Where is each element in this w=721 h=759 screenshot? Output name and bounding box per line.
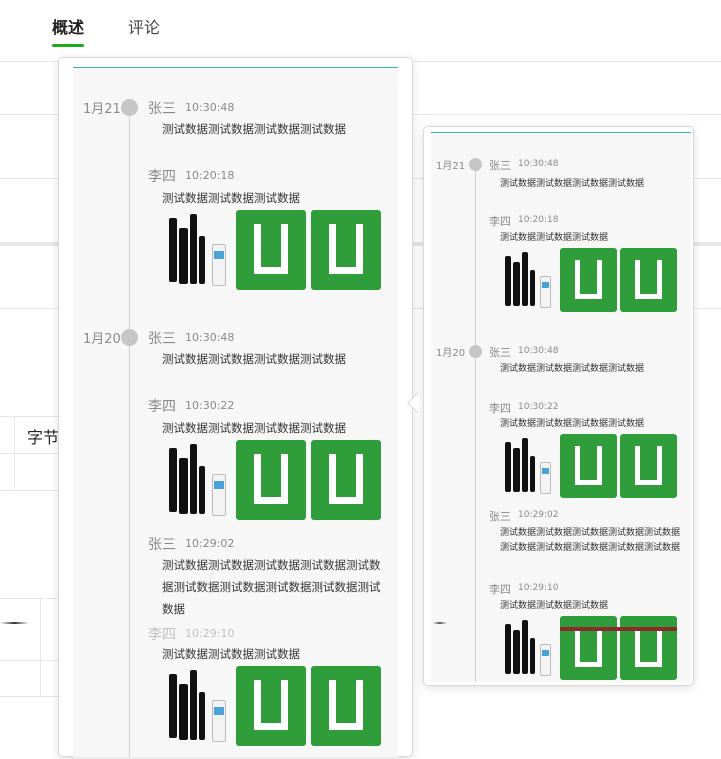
timeline-axis [475,161,476,682]
timestamp: 10:29:02 [518,510,559,520]
timeline-date: 1月21 [83,102,121,117]
author-name: 张三 [489,346,511,359]
u-logo-icon[interactable] [311,440,381,520]
timeline-date: 1月21 [436,161,466,172]
author-name: 李四 [148,169,176,185]
render-artifact [560,627,677,631]
timeline-panel: 1月21 张三 10:30:48 测试数据测试数据测试数据测试数据 李四 10:… [431,132,691,682]
timestamp: 10:29:10 [518,583,559,593]
timestamp: 10:20:18 [185,169,235,182]
timestamp: 10:30:22 [185,399,235,412]
product-image[interactable] [499,434,556,498]
author-name: 李四 [489,215,511,228]
author-name: 张三 [148,331,176,347]
table-border [0,490,60,491]
author-name: 张三 [148,537,176,553]
u-logo-icon[interactable] [560,248,617,312]
message-text: 测试数据测试数据测试数据测试数据 [162,352,346,366]
author-name: 李四 [489,402,511,415]
author-name: 李四 [148,627,176,643]
u-logo-icon[interactable] [311,210,381,290]
table-border [0,696,60,697]
author-name: 张三 [489,159,511,172]
table-border [0,598,60,599]
timestamp: 10:20:18 [518,215,559,225]
timeline-panel: 1月21 张三 10:30:48 测试数据测试数据测试数据测试数据 李四 10:… [73,67,398,757]
message-text: 测试数据测试数据测试数据 [162,191,300,205]
message-text: 测试数据测试数据测试数据测试数据 [162,122,346,136]
author-name: 张三 [489,510,511,523]
u-logo-icon[interactable] [236,210,306,290]
table-border [14,416,15,490]
message-text: 测试数据测试数据测试数据测试数据 [500,179,645,189]
timeline-dot [121,99,138,116]
u-logo-icon[interactable] [620,616,677,680]
u-logo-icon[interactable] [560,616,617,680]
tab-overview[interactable]: 概述 [52,14,84,38]
message-text: 测试数据测试数据测试数据 [500,233,609,243]
table-border [40,598,41,696]
product-image[interactable] [161,210,229,290]
message-text: 测试数据测试数据测试数据 [500,601,609,611]
author-name: 李四 [148,399,176,415]
timeline-axis [129,108,130,757]
timeline-dot [469,158,482,171]
timeline-popover-large: 1月21 张三 10:30:48 测试数据测试数据测试数据测试数据 李四 10:… [58,57,413,757]
u-logo-icon[interactable] [236,440,306,520]
timestamp: 10:29:10 [185,627,235,640]
timestamp: 10:30:48 [185,331,235,344]
u-logo-icon[interactable] [236,666,306,746]
u-logo-icon[interactable] [620,248,677,312]
render-artifact [0,622,721,624]
tab-comments[interactable]: 评论 [128,14,160,38]
u-logo-icon[interactable] [311,666,381,746]
timeline-date: 1月20 [83,332,121,347]
product-image[interactable] [161,440,229,520]
timeline-dot [121,329,138,346]
timestamp: 10:30:22 [518,402,559,412]
timeline-popover-small: 1月21 张三 10:30:48 测试数据测试数据测试数据测试数据 李四 10:… [423,126,694,686]
page: 概述 评论 字节 1月21 张三 10:30:48 测试数据测试数据测试数据测试… [0,0,721,759]
table-border [0,453,60,454]
message-text: 测试数据测试数据测试数据 [162,647,300,661]
u-logo-icon[interactable] [620,434,677,498]
product-image[interactable] [499,616,556,680]
timestamp: 10:30:48 [518,346,559,356]
table-border [0,660,60,661]
product-image[interactable] [499,248,556,312]
table-border [0,416,60,417]
active-tab-indicator [52,44,84,47]
timestamp: 10:30:48 [185,101,235,114]
product-image[interactable] [161,666,229,746]
message-text: 测试数据测试数据测试数据测试数据 [500,364,645,374]
table-header-cell: 字节 [27,428,60,447]
timestamp: 10:30:48 [518,159,559,169]
message-text: 测试数据测试数据测试数据测试数据 [500,419,645,429]
timeline-date: 1月20 [436,348,466,359]
message-text: 测试数据测试数据测试数据测试数据 [162,421,346,435]
author-name: 张三 [148,101,176,117]
message-text: 测试数据测试数据测试数据测试数据测试数据测试数据测试数据测试数据测试数据测试数据 [500,528,681,553]
timeline-dot [469,345,482,358]
author-name: 李四 [489,583,511,596]
message-text: 测试数据测试数据测试数据测试数据测试数据测试数据测试数据测试数据测试数据测试数据 [162,558,381,616]
timestamp: 10:29:02 [185,537,235,550]
u-logo-icon[interactable] [560,434,617,498]
tab-bar: 概述 评论 [0,0,721,62]
